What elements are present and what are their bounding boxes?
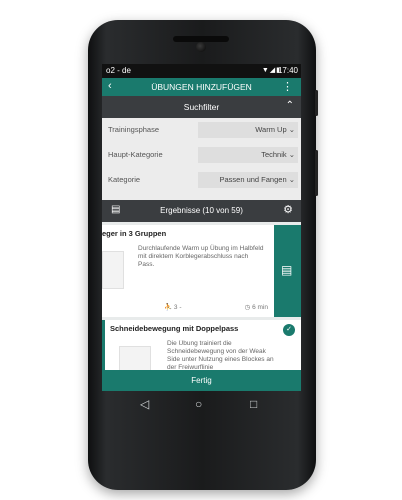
kategorie-select[interactable]: Passen und Fangen ⌄ [198, 172, 298, 188]
filter-panel: Trainingsphase Warm Up ⌄ Haupt-Kategorie… [102, 118, 301, 200]
nav-recent-icon[interactable]: □ [250, 397, 257, 411]
exercise-thumbnail [102, 251, 124, 289]
results-header: ▤ Ergebnisse (10 von 59) ⚙ [102, 200, 301, 222]
exercise-card-selected[interactable]: Schneidebewegung mit Doppelpass Die Übun… [102, 320, 301, 372]
filter-row-kategorie: Kategorie Passen und Fangen ⌄ [102, 168, 301, 192]
nav-back-icon[interactable]: ◁ [140, 397, 149, 411]
trainingsphase-select[interactable]: Warm Up ⌄ [198, 122, 298, 138]
app-bar: ‹ ÜBUNGEN HINZUFÜGEN ⋮ [102, 78, 301, 96]
android-nav-bar: ◁ ○ □ [102, 392, 301, 418]
filter-row-trainingsphase: Trainingsphase Warm Up ⌄ [102, 118, 301, 142]
screen: o2 - de ▼◢▮ 17:40 ‹ ÜBUNGEN HINZUFÜGEN ⋮… [102, 64, 301, 391]
volume-button [315, 150, 318, 196]
exercise-description: Die Übung trainiert die Schneidebewegung… [167, 340, 274, 370]
exercise-thumbnail [119, 346, 151, 372]
exercise-list[interactable]: eger in 3 Gruppen Durchlaufende Warm up … [102, 222, 301, 372]
player-count: ⛹ 3 - [164, 304, 182, 311]
results-count: Ergebnisse (10 von 59) [160, 206, 243, 215]
carrier-label: o2 - de [106, 66, 131, 75]
check-icon[interactable]: ✓ [283, 324, 295, 336]
exercise-name: eger in 3 Gruppen [102, 229, 167, 238]
filter-label: Kategorie [108, 175, 141, 184]
clock: 17:40 [277, 66, 298, 75]
duration: ◷ 6 min [244, 304, 268, 311]
filter-title: Suchfilter [183, 102, 220, 112]
filter-row-haupt-kategorie: Haupt-Kategorie Technik ⌄ [102, 143, 301, 167]
clipboard-add-icon: ▤ [281, 263, 293, 277]
power-button [315, 90, 318, 116]
fertig-button[interactable]: Fertig [102, 370, 301, 391]
filter-label: Haupt-Kategorie [108, 150, 163, 159]
filter-label: Trainingsphase [108, 125, 160, 134]
gear-icon[interactable]: ⚙ [283, 203, 293, 216]
front-camera [196, 42, 206, 52]
haupt-kategorie-select[interactable]: Technik ⌄ [198, 147, 298, 163]
status-bar: o2 - de ▼◢▮ 17:40 [102, 64, 301, 78]
chevron-up-icon[interactable]: ⌃ [286, 100, 294, 111]
filter-header[interactable]: Suchfilter ⌃ [102, 96, 301, 118]
exercise-description: Durchlaufende Warm up Übung im Halbfeld … [138, 245, 264, 268]
more-menu-icon[interactable]: ⋮ [282, 80, 293, 93]
add-exercise-button[interactable]: ▤ [274, 225, 301, 317]
exercise-name: Schneidebewegung mit Doppelpass [110, 324, 239, 333]
exercise-card[interactable]: eger in 3 Gruppen Durchlaufende Warm up … [102, 225, 274, 317]
page-title: ÜBUNGEN HINZUFÜGEN [151, 82, 252, 92]
nav-home-icon[interactable]: ○ [195, 397, 202, 411]
